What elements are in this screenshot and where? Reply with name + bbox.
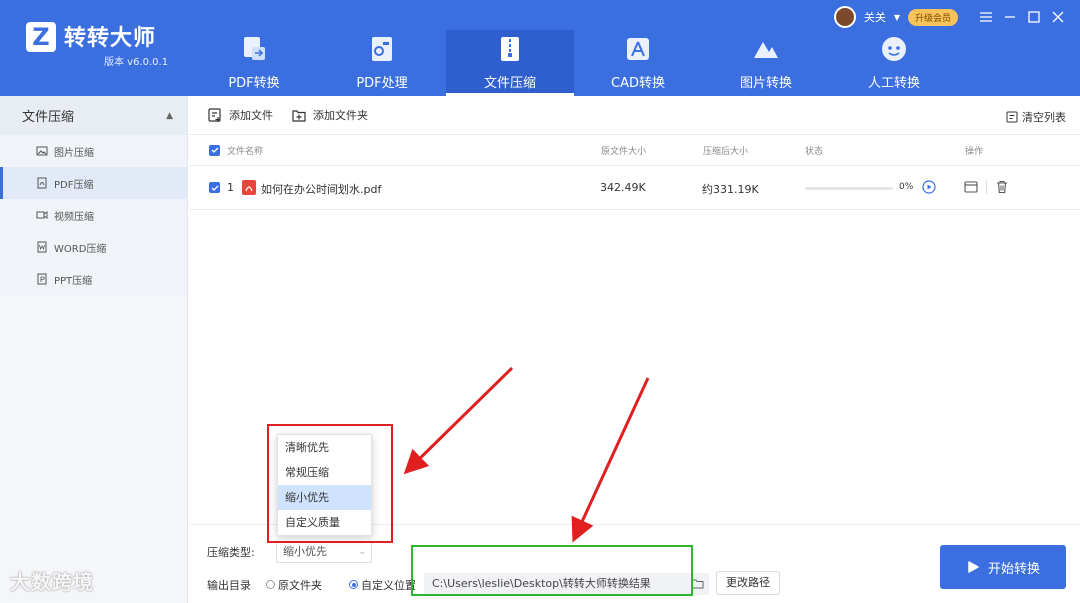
- add-file-button[interactable]: 添加文件: [207, 107, 273, 123]
- trash-icon[interactable]: [995, 180, 1009, 194]
- clear-list-label: 清空列表: [1022, 111, 1066, 124]
- close-icon[interactable]: [1050, 9, 1066, 25]
- radio-custom-location[interactable]: [349, 580, 358, 589]
- app-version: 版本 v6.0.0.1: [104, 57, 169, 68]
- sidebar-item-label: 图片压缩: [54, 147, 94, 159]
- select-all-checkbox[interactable]: [209, 144, 220, 156]
- chevron-down-icon: ⌄: [358, 547, 366, 557]
- sidebar-item-label: 视频压缩: [54, 211, 94, 223]
- tab-label: PDF处理: [356, 76, 408, 91]
- radio-original-folder-label[interactable]: 原文件夹: [278, 577, 322, 593]
- word-icon: [37, 241, 47, 253]
- start-convert-label: 开始转换: [987, 561, 1040, 577]
- toolbar: 添加文件 添加文件夹 清空列表: [189, 96, 1080, 135]
- tab-label: 文件压缩: [483, 76, 536, 91]
- sidebar-item-ppt-compress[interactable]: PPT压缩: [0, 263, 187, 295]
- row-checkbox[interactable]: [209, 182, 220, 193]
- app-name: 转转大师: [64, 26, 157, 51]
- tab-image-convert[interactable]: 图片转换: [702, 30, 830, 96]
- action-divider: [986, 180, 987, 194]
- file-compress-icon: [501, 37, 519, 61]
- add-file-icon: [208, 108, 221, 122]
- maximize-icon[interactable]: [1026, 9, 1042, 25]
- sidebar-title: 文件压缩: [22, 110, 75, 125]
- original-size: 342.49K: [600, 181, 646, 194]
- add-folder-button[interactable]: 添加文件夹: [291, 107, 368, 123]
- tab-label: 图片转换: [739, 76, 792, 91]
- sidebar-section-header[interactable]: 文件压缩 ▲: [0, 96, 187, 135]
- app-logo: Z: [26, 22, 56, 52]
- add-file-label: 添加文件: [229, 109, 273, 122]
- sidebar-item-video-compress[interactable]: 视频压缩: [0, 199, 187, 231]
- tab-label: CAD转换: [611, 76, 665, 91]
- sidebar: 文件压缩 ▲ 图片压缩 PDF压缩 视频压缩 WORD压缩 PPT压缩: [0, 96, 188, 603]
- tab-label: PDF转换: [228, 76, 280, 91]
- sidebar-item-image-compress[interactable]: 图片压缩: [0, 135, 187, 167]
- annotation-green-box: [411, 545, 693, 596]
- tab-cad-convert[interactable]: CAD转换: [574, 30, 702, 96]
- compress-type-value: 缩小优先: [283, 545, 327, 558]
- video-icon: [36, 211, 48, 219]
- ppt-icon: [37, 273, 47, 285]
- tab-file-compress[interactable]: 文件压缩: [446, 30, 574, 96]
- sidebar-item-word-compress[interactable]: WORD压缩: [0, 231, 187, 263]
- image-convert-icon: [754, 42, 778, 58]
- play-icon[interactable]: [922, 180, 936, 194]
- compress-type-select[interactable]: 缩小优先 ⌄: [276, 541, 372, 563]
- annotation-red-box: [267, 424, 393, 543]
- sidebar-item-label: PPT压缩: [54, 275, 93, 287]
- clear-list-button[interactable]: 清空列表: [1006, 109, 1066, 125]
- radio-custom-location-label[interactable]: 自定义位置: [361, 577, 416, 593]
- output-dir-label: 输出目录: [207, 579, 251, 592]
- header-original-size: 原文件大小: [601, 146, 647, 157]
- pdf-icon: [37, 177, 47, 189]
- tab-pdf-convert[interactable]: PDF转换: [190, 30, 318, 96]
- header-status: 状态: [805, 146, 824, 157]
- header-file-name: 文件名称: [227, 146, 264, 157]
- chevron-up-icon: ▲: [166, 110, 173, 121]
- add-folder-label: 添加文件夹: [313, 109, 368, 122]
- start-convert-button[interactable]: 开始转换: [940, 545, 1066, 589]
- minimize-icon[interactable]: [1002, 9, 1018, 25]
- row-index: 1: [227, 181, 234, 194]
- upgrade-vip-button[interactable]: 升级会员: [907, 8, 958, 26]
- watermark: 大数跨境: [10, 570, 94, 594]
- pdf-process-icon: [372, 37, 392, 61]
- pdf-convert-icon: [244, 37, 265, 60]
- window-topbar: 关关 ▼ 升级会员: [833, 6, 1066, 28]
- add-folder-icon: [292, 110, 306, 122]
- manual-convert-icon: [882, 37, 906, 61]
- avatar[interactable]: [833, 6, 856, 28]
- sidebar-item-pdf-compress[interactable]: PDF压缩: [0, 167, 187, 199]
- change-path-button[interactable]: 更改路径: [716, 571, 780, 595]
- compressed-size: 约331.19K: [702, 183, 759, 196]
- open-folder-icon[interactable]: [964, 180, 978, 194]
- table-row[interactable]: 1 如何在办公时间划水.pdf 342.49K 约331.19K 0%: [189, 166, 1080, 210]
- chevron-down-icon[interactable]: ▼: [894, 13, 900, 22]
- pdf-file-icon: [242, 180, 256, 195]
- clear-list-icon: [1006, 111, 1018, 123]
- progress-percent: 0%: [899, 182, 914, 192]
- header-compressed-size: 压缩后大小: [703, 146, 749, 157]
- tab-label: 人工转换: [867, 76, 920, 91]
- sidebar-item-label: PDF压缩: [54, 179, 94, 191]
- app-header: Z 转转大师 版本 v6.0.0.1 PDF转换 PDF处理 文件压缩 CAD转…: [0, 0, 1080, 96]
- tab-pdf-process[interactable]: PDF处理: [318, 30, 446, 96]
- tab-manual-convert[interactable]: 人工转换: [830, 30, 958, 96]
- sidebar-list: 图片压缩 PDF压缩 视频压缩 WORD压缩 PPT压缩: [0, 135, 187, 295]
- file-name: 如何在办公时间划水.pdf: [261, 183, 382, 196]
- header-actions: 操作: [965, 146, 984, 157]
- compress-type-label: 压缩类型:: [207, 546, 255, 559]
- image-icon: [36, 146, 48, 156]
- play-icon: [968, 561, 979, 573]
- sidebar-item-label: WORD压缩: [54, 243, 107, 255]
- table-header: 文件名称 原文件大小 压缩后大小 状态 操作: [189, 135, 1080, 166]
- progress-bar: [805, 187, 893, 190]
- user-name[interactable]: 关关: [864, 9, 886, 25]
- cad-convert-icon: [627, 38, 649, 60]
- radio-original-folder[interactable]: [266, 580, 275, 589]
- menu-icon[interactable]: [978, 9, 994, 25]
- main-nav: PDF转换 PDF处理 文件压缩 CAD转换 图片转换 人工转换: [190, 30, 958, 96]
